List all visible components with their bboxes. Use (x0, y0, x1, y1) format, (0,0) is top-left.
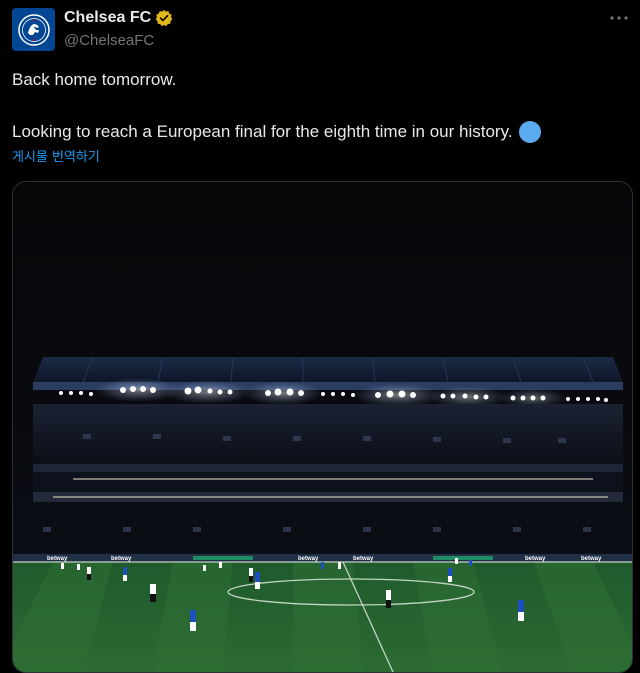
chelsea-crest-icon (17, 13, 50, 46)
betway-board-5: betway (525, 556, 546, 562)
tweet-media-image[interactable]: betway betway betway betway betway betwa… (12, 181, 633, 673)
tweet-text-line-2-row: Looking to reach a European final for th… (12, 121, 541, 143)
tweet-text-line-2: Looking to reach a European final for th… (12, 122, 513, 141)
betway-board-3: betway (298, 556, 319, 562)
verified-badge-gold-icon[interactable] (155, 9, 173, 27)
tweet: Chelsea FC @ChelseaFC Back home tomorrow… (0, 0, 640, 673)
betway-board-4: betway (353, 556, 374, 562)
avatar[interactable] (12, 8, 55, 51)
translate-post-link[interactable]: 게시물 번역하기 (12, 149, 100, 167)
stadium-photo: betway betway betway betway betway betwa… (13, 182, 632, 672)
betway-board-2: betway (111, 556, 132, 562)
user-handle[interactable]: @ChelseaFC (64, 31, 154, 51)
betway-board-1: betway (47, 556, 68, 562)
display-name-text[interactable]: Chelsea FC (64, 8, 151, 28)
more-options-button[interactable] (608, 8, 630, 28)
more-icon (610, 16, 628, 20)
blue-circle-emoji-icon (518, 121, 541, 143)
tweet-text-line-1: Back home tomorrow. (12, 70, 177, 89)
betway-board-6: betway (581, 556, 602, 562)
display-name[interactable]: Chelsea FC (64, 8, 173, 28)
